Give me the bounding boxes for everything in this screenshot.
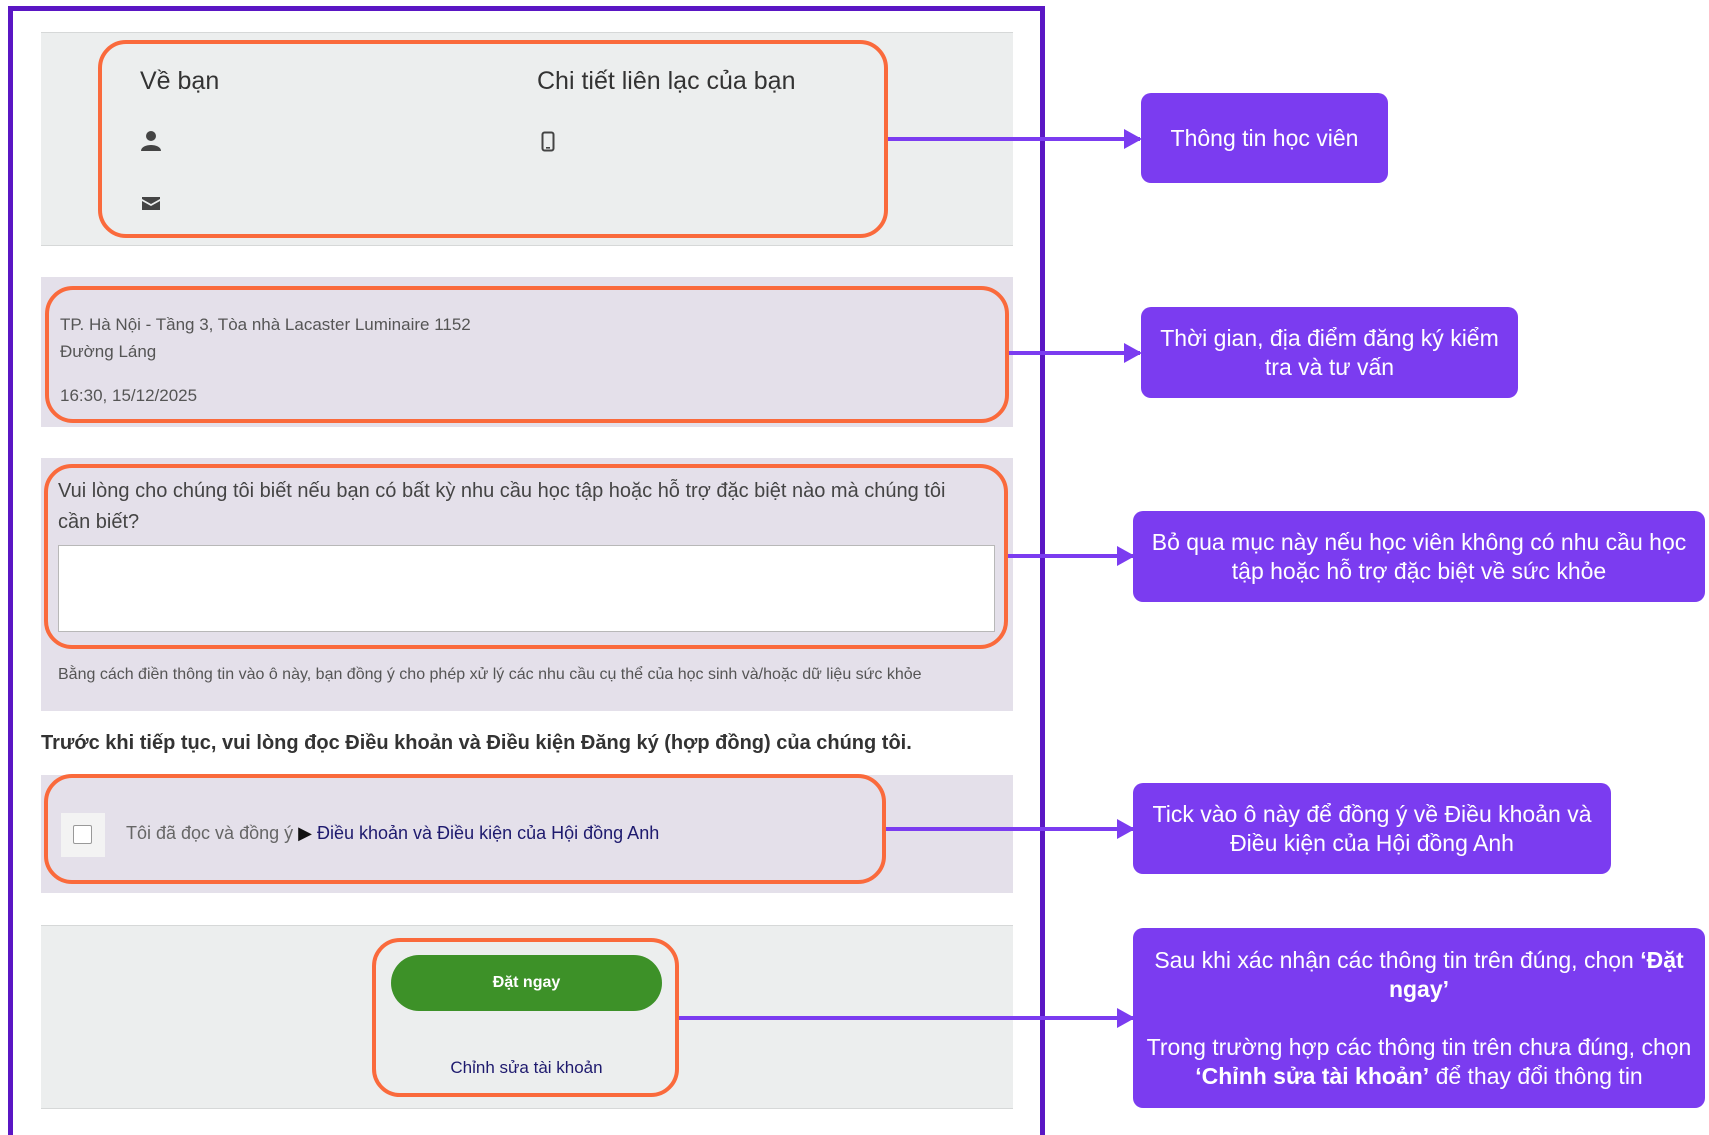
callout-time-place: Thời gian, địa điểm đăng ký kiểm tra và …: [1141, 307, 1518, 398]
callout-confirm-a: Sau khi xác nhận các thông tin trên đúng…: [1154, 946, 1634, 973]
highlight-terms: [44, 774, 886, 884]
terms-intro: Trước khi tiếp tục, vui lòng đọc Điều kh…: [41, 732, 912, 754]
arrow-tick: [886, 819, 1135, 839]
callout-skip: Bỏ qua mục này nếu học viên không có nhu…: [1133, 511, 1705, 602]
callout-student-info: Thông tin học viên: [1141, 93, 1388, 183]
consent-note: Bằng cách điền thông tin vào ô này, bạn …: [58, 666, 922, 683]
highlight-needs: [44, 464, 1008, 649]
arrow-time-place: [1009, 343, 1142, 363]
highlight-actions: [372, 938, 679, 1097]
callout-confirm-d: ‘Chỉnh sửa tài khoản’: [1195, 1062, 1430, 1089]
callout-confirm: Sau khi xác nhận các thông tin trên đúng…: [1133, 928, 1705, 1108]
arrow-confirm: [679, 1008, 1135, 1028]
highlight-about: [98, 40, 888, 238]
callout-tick: Tick vào ô này để đồng ý về Điều khoản v…: [1133, 783, 1611, 874]
callout-confirm-c: Trong trường hợp các thông tin trên chưa…: [1146, 1033, 1692, 1060]
highlight-location: [45, 286, 1009, 423]
callout-confirm-e: để thay đổi thông tin: [1435, 1062, 1643, 1089]
arrow-skip: [1008, 546, 1135, 566]
arrow-student-info: [888, 129, 1142, 149]
